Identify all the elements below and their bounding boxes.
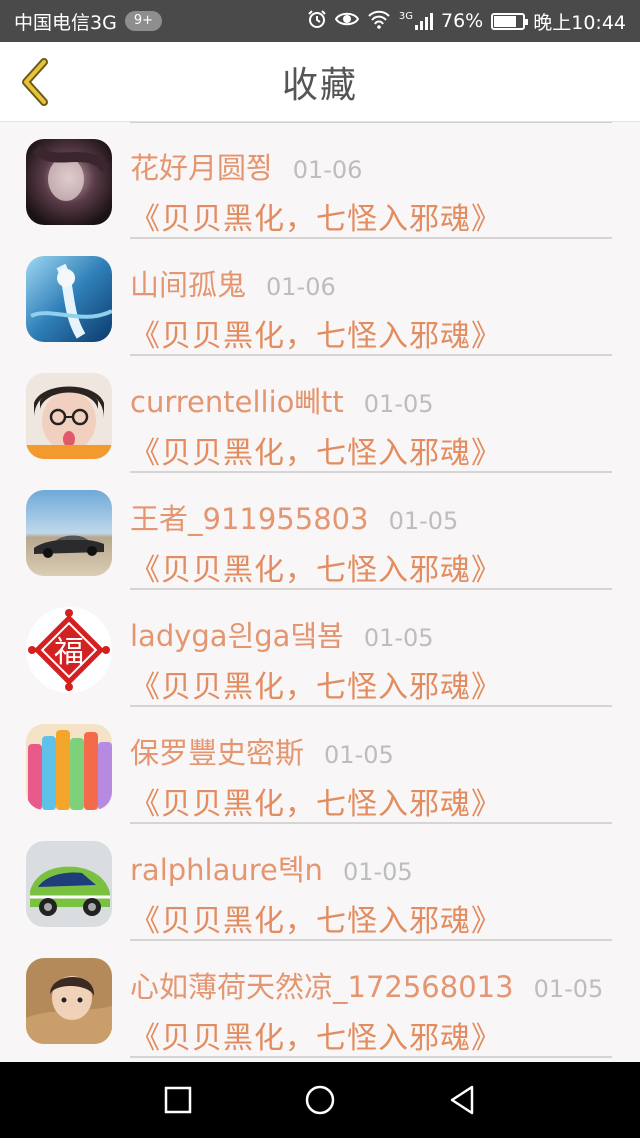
avatar [26, 724, 112, 810]
list-item[interactable]: 心如薄荷天然凉_172568013 01-05 《贝贝黑化，七怪入邪魂》 [0, 941, 640, 1058]
home-icon [305, 1085, 335, 1115]
app-header: 收藏 [0, 42, 640, 122]
date: 01-05 [533, 975, 604, 1003]
user-name: currentellio뻬tt [130, 385, 344, 419]
avatar [26, 841, 112, 927]
post-title[interactable]: 《贝贝黑化，七怪入邪魂》 [130, 545, 502, 589]
wifi-icon [367, 9, 391, 34]
date: 01-06 [266, 273, 336, 301]
date: 01-06 [292, 156, 363, 184]
list-item[interactable]: 花好月圆쬥 01-06 《贝贝黑化，七怪入邪魂》 [0, 122, 640, 239]
page-title: 收藏 [281, 64, 358, 106]
post-title[interactable]: 《贝贝黑化，七怪入邪魂》 [130, 779, 502, 823]
list-item[interactable]: currentellio뻬tt 01-05 《贝贝黑化，七怪入邪魂》 [0, 356, 640, 473]
chevron-left-icon [22, 58, 48, 106]
user-name: 保罗豐史密斯 [130, 736, 305, 770]
post-title[interactable]: 《贝贝黑化，七怪入邪魂》 [130, 662, 502, 706]
avatar [26, 139, 112, 225]
svg-text:福: 福 [54, 635, 84, 670]
list-item[interactable]: 保罗豐史密斯 01-05 《贝贝黑化，七怪入邪魂》 [0, 707, 640, 824]
signal-icon: 3G [399, 12, 433, 30]
recent-apps-icon [164, 1086, 192, 1114]
list-item[interactable]: ralphlaure톅n 01-05 《贝贝黑化，七怪入邪魂》 [0, 824, 640, 941]
eye-icon [334, 10, 360, 33]
user-name: ralphlaure톅n [130, 853, 323, 887]
user-name: 心如薄荷天然凉_172568013 [130, 970, 514, 1004]
back-triangle-icon [450, 1085, 474, 1115]
avatar: 福 [26, 607, 112, 693]
date: 01-05 [324, 741, 394, 769]
recent-apps-button[interactable] [107, 1062, 249, 1138]
back-button[interactable] [16, 56, 56, 108]
date: 01-05 [342, 858, 413, 886]
carrier-label: 中国电信3G [14, 11, 117, 34]
avatar [26, 373, 112, 459]
list-item[interactable]: 福 ladyga읜ga댘뵴 01-05 《贝贝黑化，七怪入邪魂》 [0, 590, 640, 707]
user-name: 王者_911955803 [130, 502, 369, 536]
avatar [26, 256, 112, 342]
post-title[interactable]: 《贝贝黑化，七怪入邪魂》 [130, 428, 502, 472]
clock: 晚上10:44 [533, 11, 626, 34]
post-title[interactable]: 《贝贝黑化，七怪入邪魂》 [130, 311, 502, 355]
user-name: ladyga읜ga댘뵴 [130, 619, 344, 653]
status-bar: 中国电信3G 9+ 3G 76% 晚上10:44 [0, 0, 640, 42]
list-item[interactable]: 王者_911955803 01-05 《贝贝黑化，七怪入邪魂》 [0, 473, 640, 590]
avatar [26, 490, 112, 576]
date: 01-05 [363, 390, 434, 418]
notification-badge: 9+ [124, 11, 162, 31]
divider [130, 1056, 612, 1058]
battery-percent: 76% [441, 10, 484, 32]
date: 01-05 [363, 624, 434, 652]
user-name: 花好月圆쬥 [130, 151, 273, 185]
home-button[interactable] [249, 1062, 391, 1138]
date: 01-05 [388, 507, 459, 535]
avatar [26, 958, 112, 1044]
post-title[interactable]: 《贝贝黑化，七怪入邪魂》 [130, 1013, 502, 1057]
system-nav-bar [0, 1062, 640, 1138]
battery-icon [491, 12, 529, 30]
post-title[interactable]: 《贝贝黑化，七怪入邪魂》 [130, 194, 502, 238]
alarm-icon [307, 9, 327, 34]
list-item[interactable]: 山间孤鬼 01-06 《贝贝黑化，七怪入邪魂》 [0, 239, 640, 356]
back-nav-button[interactable] [391, 1062, 533, 1138]
user-name: 山间孤鬼 [130, 268, 247, 302]
post-title[interactable]: 《贝贝黑化，七怪入邪魂》 [130, 896, 502, 940]
favorites-list: 花好月圆쬥 01-06 《贝贝黑化，七怪入邪魂》 山间孤鬼 01-06 《贝贝黑… [0, 122, 640, 1062]
